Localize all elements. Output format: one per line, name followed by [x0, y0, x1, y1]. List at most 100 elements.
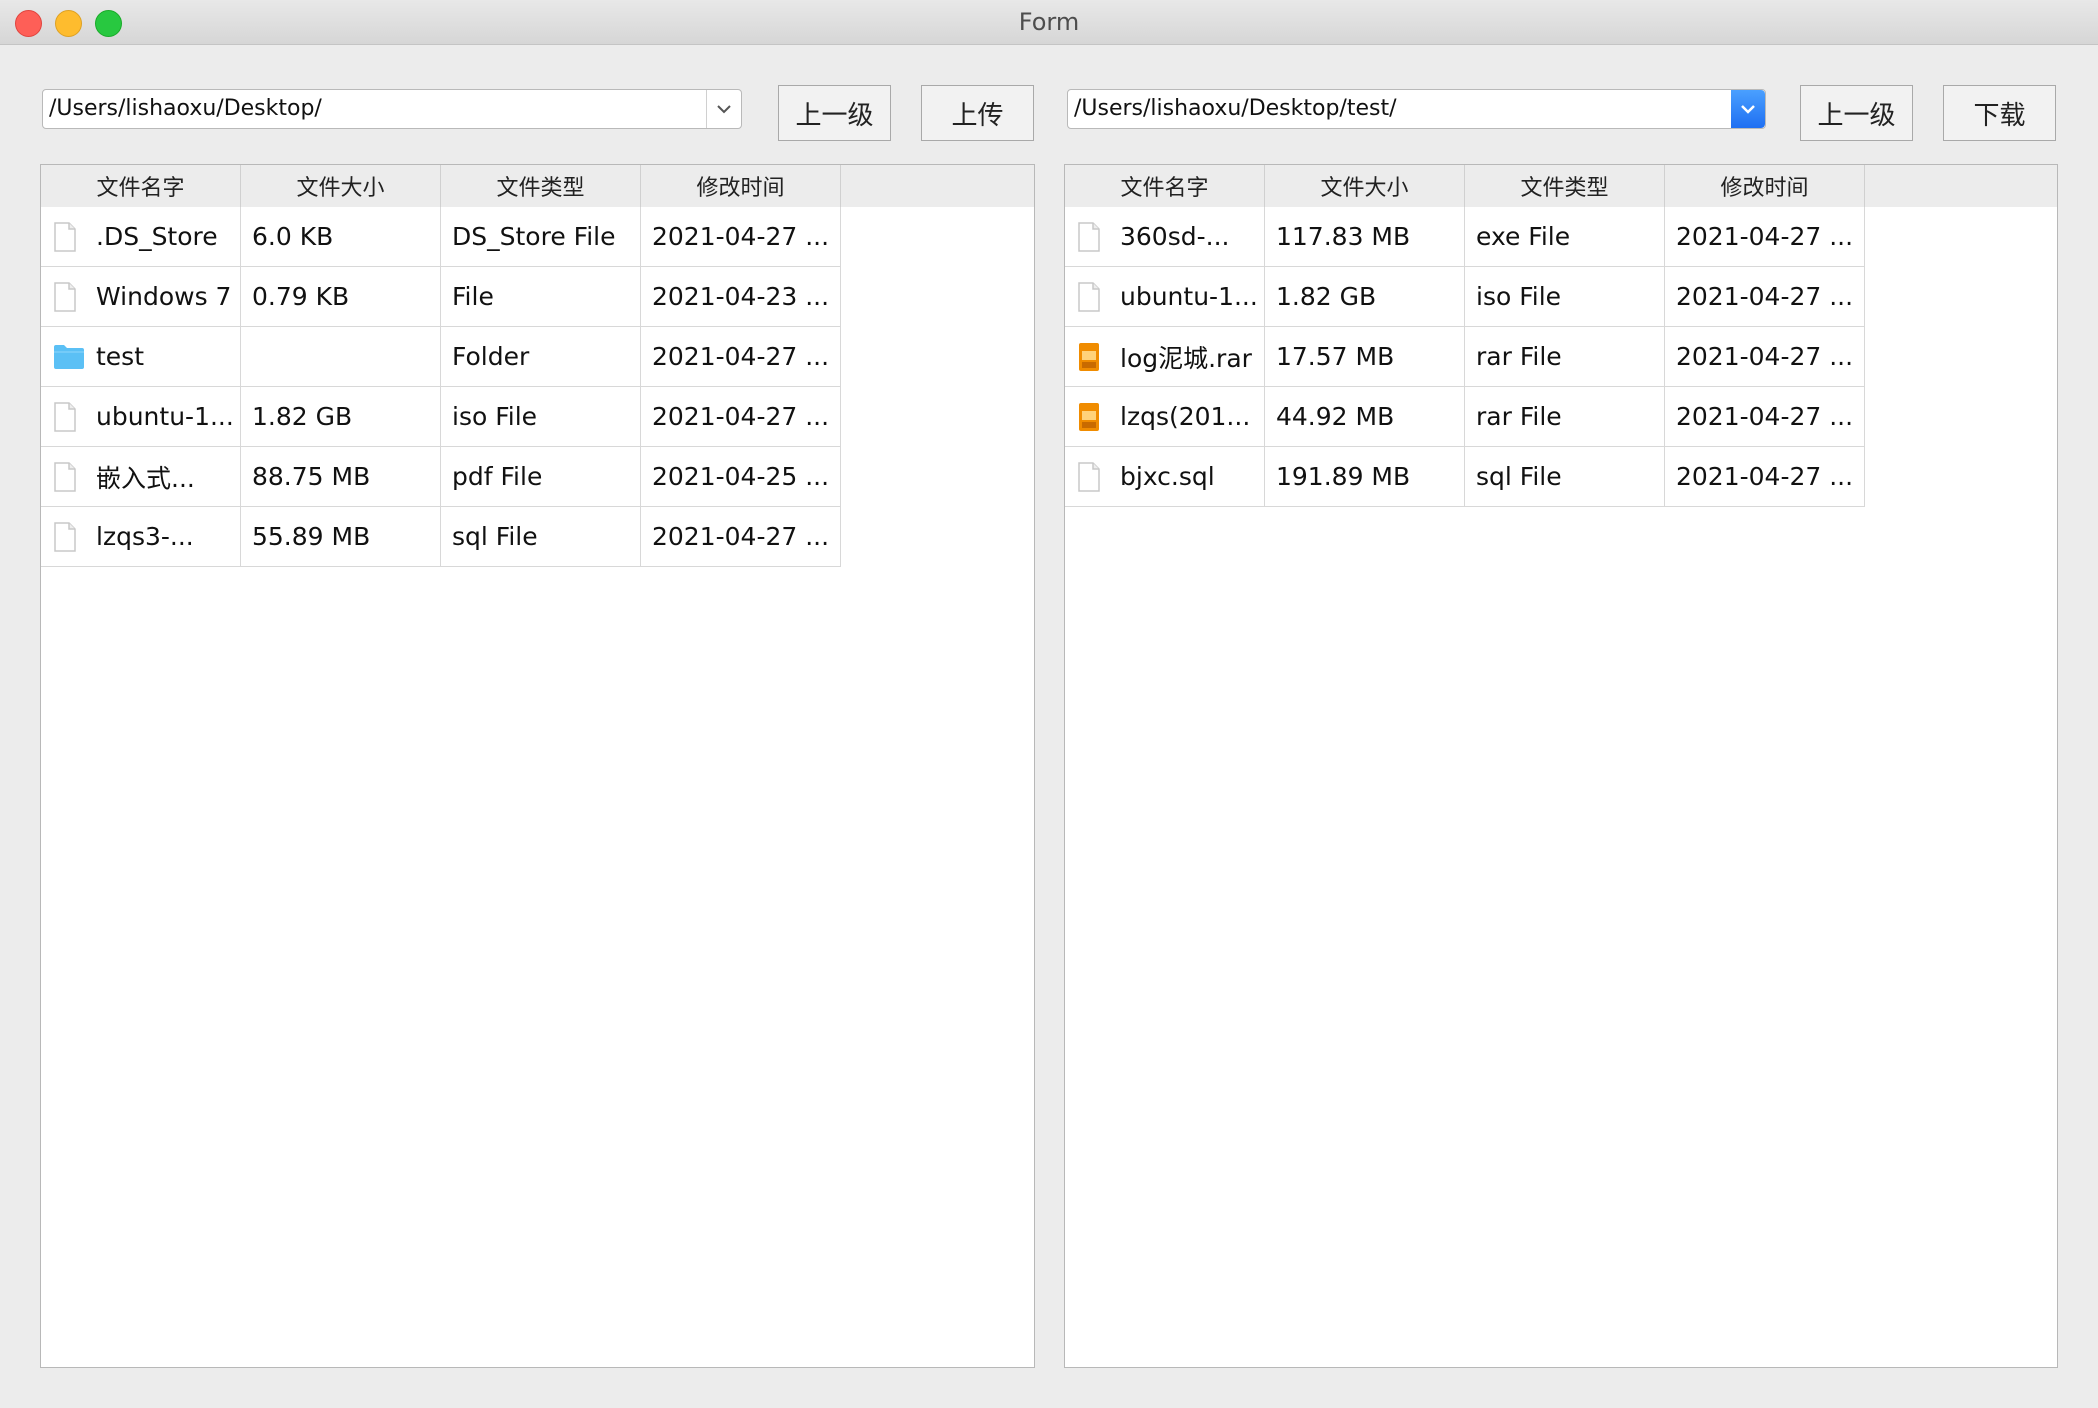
- table-row[interactable]: 嵌入式... 88.75 MB pdf File 2021-04-25 ...: [41, 447, 841, 507]
- column-header-size[interactable]: 文件大小: [1265, 165, 1465, 207]
- remote-path-combobox[interactable]: /Users/lishaoxu/Desktop/test/: [1067, 89, 1766, 129]
- cell-text: 1.82 GB: [1276, 282, 1377, 311]
- column-header-type[interactable]: 文件类型: [441, 165, 641, 207]
- column-header-name[interactable]: 文件名字: [1065, 165, 1265, 207]
- cell-type: DS_Store File: [441, 207, 641, 267]
- cell-modified: 2021-04-27 ...: [1665, 327, 1865, 387]
- cell-text: 2021-04-23 ...: [652, 282, 830, 311]
- local-path-text: /Users/lishaoxu/Desktop/: [49, 96, 322, 121]
- cell-modified: 2021-04-27 ...: [1665, 387, 1865, 447]
- cell-text: 1.82 GB: [252, 402, 353, 431]
- file-icon: [1077, 282, 1101, 318]
- cell-name: test: [41, 327, 241, 387]
- local-up-button[interactable]: 上一级: [778, 85, 891, 141]
- remote-file-table[interactable]: 文件名字 文件大小 文件类型 修改时间 360sd-... 117.83 MB ex…: [1064, 164, 2058, 1368]
- cell-size: 55.89 MB: [241, 507, 441, 567]
- cell-text: DS_Store File: [452, 222, 616, 251]
- cell-text: 2021-04-27 ...: [1676, 342, 1854, 371]
- cell-type: rar File: [1465, 327, 1665, 387]
- cell-text: 2021-04-27 ...: [652, 402, 830, 431]
- table-row[interactable]: lzqs(201... 44.92 MB rar File 2021-04-27 ..…: [1065, 387, 1865, 447]
- cell-name: Windows 7: [41, 267, 241, 327]
- cell-text: Windows 7: [96, 282, 232, 311]
- cell-size: 1.82 GB: [1265, 267, 1465, 327]
- cell-text: iso File: [1476, 282, 1562, 311]
- cell-text: .DS_Store: [96, 222, 218, 251]
- cell-text: File: [452, 282, 494, 311]
- cell-text: 2021-04-27 ...: [652, 222, 830, 251]
- cell-name: bjxc.sql: [1065, 447, 1265, 507]
- cell-name: ubuntu-1...: [41, 387, 241, 447]
- cell-text: 2021-04-27 ...: [1676, 222, 1854, 251]
- cell-text: 2021-04-27 ...: [652, 342, 830, 371]
- cell-modified: 2021-04-27 ...: [1665, 267, 1865, 327]
- table-row[interactable]: lzqs3-... 55.89 MB sql File 2021-04-27 ...: [41, 507, 841, 567]
- cell-text: lzqs(201...: [1120, 402, 1251, 431]
- file-icon: [53, 282, 77, 318]
- chevron-down-icon[interactable]: [706, 90, 741, 128]
- cell-text: 6.0 KB: [252, 222, 334, 251]
- column-header-size[interactable]: 文件大小: [241, 165, 441, 207]
- cell-size: 17.57 MB: [1265, 327, 1465, 387]
- cell-text: 0.79 KB: [252, 282, 350, 311]
- cell-type: iso File: [441, 387, 641, 447]
- cell-text: ubuntu-1...: [96, 402, 234, 431]
- table-header: 文件名字 文件大小 文件类型 修改时间: [1065, 165, 2057, 207]
- chevron-down-icon[interactable]: [1731, 90, 1765, 128]
- column-header-modified[interactable]: 修改时间: [1665, 165, 1865, 207]
- cell-text: 55.89 MB: [252, 522, 371, 551]
- cell-text: log泥城.rar: [1120, 343, 1252, 373]
- cell-size: 191.89 MB: [1265, 447, 1465, 507]
- cell-modified: 2021-04-25 ...: [641, 447, 841, 507]
- form-window: Form /Users/lishaoxu/Desktop/ 上一级 上传 /Us…: [0, 0, 2098, 1408]
- remote-path-text: /Users/lishaoxu/Desktop/test/: [1074, 96, 1397, 121]
- table-row[interactable]: ubuntu-1... 1.82 GB iso File 2021-04-27 ...: [1065, 267, 1865, 327]
- column-header-type[interactable]: 文件类型: [1465, 165, 1665, 207]
- cell-type: sql File: [441, 507, 641, 567]
- cell-text: 17.57 MB: [1276, 342, 1395, 371]
- cell-modified: 2021-04-27 ...: [641, 387, 841, 447]
- cell-name: 嵌入式...: [41, 447, 241, 507]
- table-row[interactable]: bjxc.sql 191.89 MB sql File 2021-04-27 ...: [1065, 447, 1865, 507]
- cell-text: rar File: [1476, 342, 1562, 371]
- cell-name: 360sd-...: [1065, 207, 1265, 267]
- cell-name: lzqs(201...: [1065, 387, 1265, 447]
- local-file-table[interactable]: 文件名字 文件大小 文件类型 修改时间 .DS_Store 6.0 KB DS_St…: [40, 164, 1035, 1368]
- file-icon: [53, 522, 77, 558]
- upload-button[interactable]: 上传: [921, 85, 1034, 141]
- cell-size: 0.79 KB: [241, 267, 441, 327]
- cell-text: 2021-04-27 ...: [1676, 282, 1854, 311]
- table-row[interactable]: 360sd-... 117.83 MB exe File 2021-04-27 ...: [1065, 207, 1865, 267]
- table-row[interactable]: .DS_Store 6.0 KB DS_Store File 2021-04-27 .…: [41, 207, 841, 267]
- cell-text: test: [96, 342, 145, 371]
- cell-modified: 2021-04-27 ...: [1665, 207, 1865, 267]
- cell-text: ubuntu-1...: [1120, 282, 1258, 311]
- file-icon: [1077, 222, 1101, 258]
- cell-modified: 2021-04-27 ...: [641, 507, 841, 567]
- archive-icon: [1077, 402, 1101, 438]
- title-bar: Form: [0, 0, 2098, 45]
- table-header: 文件名字 文件大小 文件类型 修改时间: [41, 165, 1034, 207]
- cell-text: 117.83 MB: [1276, 222, 1411, 251]
- cell-size: 1.82 GB: [241, 387, 441, 447]
- local-path-combobox[interactable]: /Users/lishaoxu/Desktop/: [42, 89, 742, 129]
- table-row[interactable]: log泥城.rar 17.57 MB rar File 2021-04-27 ...: [1065, 327, 1865, 387]
- cell-type: iso File: [1465, 267, 1665, 327]
- table-row[interactable]: Windows 7 0.79 KB File 2021-04-23 ...: [41, 267, 841, 327]
- remote-up-button[interactable]: 上一级: [1800, 85, 1913, 141]
- cell-text: 191.89 MB: [1276, 462, 1411, 491]
- cell-name: lzqs3-...: [41, 507, 241, 567]
- cell-text: iso File: [452, 402, 538, 431]
- cell-modified: 2021-04-27 ...: [1665, 447, 1865, 507]
- download-button[interactable]: 下载: [1943, 85, 2056, 141]
- table-row[interactable]: ubuntu-1... 1.82 GB iso File 2021-04-27 ...: [41, 387, 841, 447]
- column-header-name[interactable]: 文件名字: [41, 165, 241, 207]
- cell-text: lzqs3-...: [96, 522, 194, 551]
- cell-text: 44.92 MB: [1276, 402, 1395, 431]
- cell-type: File: [441, 267, 641, 327]
- cell-type: sql File: [1465, 447, 1665, 507]
- cell-text: sql File: [1476, 462, 1562, 491]
- table-row[interactable]: test Folder 2021-04-27 ...: [41, 327, 841, 387]
- column-header-modified[interactable]: 修改时间: [641, 165, 841, 207]
- cell-size: [241, 327, 441, 387]
